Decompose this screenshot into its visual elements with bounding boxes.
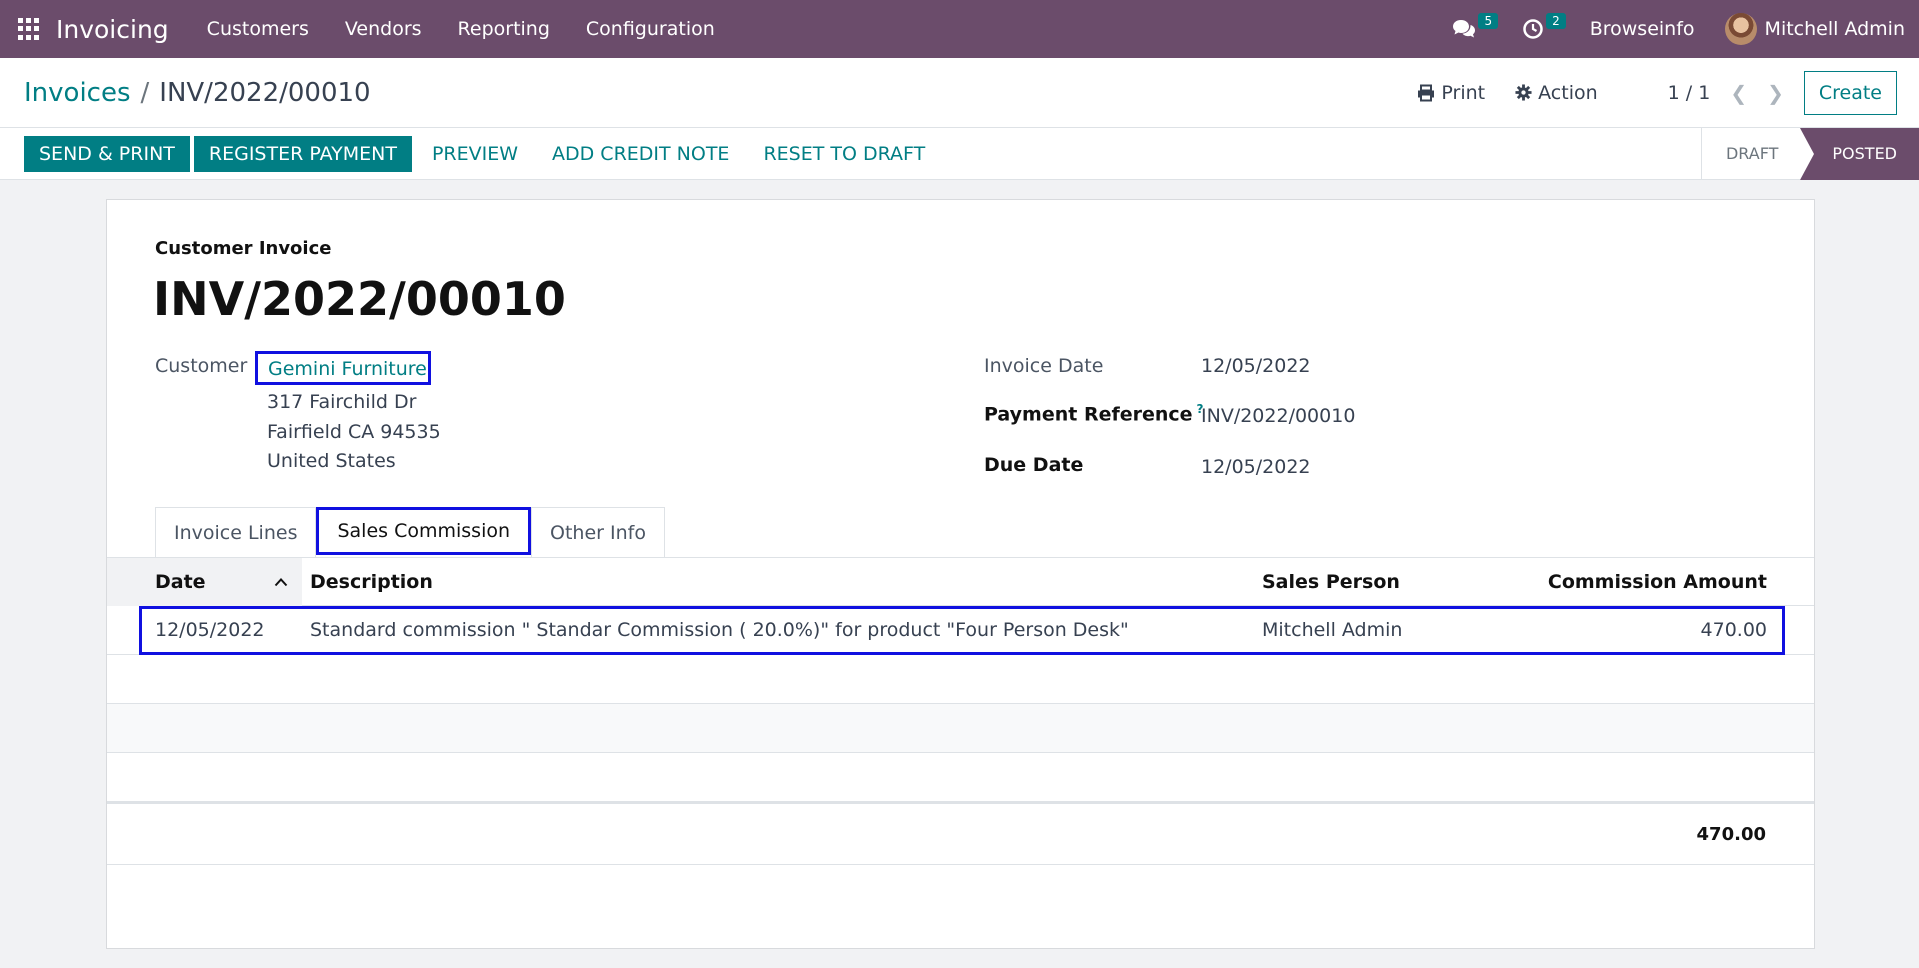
company-switcher[interactable]: Browseinfo [1590, 18, 1695, 40]
gear-icon [1515, 84, 1532, 101]
menu-vendors[interactable]: Vendors [327, 18, 440, 40]
tab-other-info[interactable]: Other Info [531, 507, 665, 557]
action-label: Action [1538, 81, 1598, 104]
print-icon [1418, 84, 1435, 101]
tab-sales-commission[interactable]: Sales Commission [316, 507, 532, 555]
invoice-date-label: Invoice Date [984, 355, 1104, 377]
menu-reporting[interactable]: Reporting [440, 18, 568, 40]
address-line-3: United States [267, 450, 396, 472]
reset-to-draft-button[interactable]: RESET TO DRAFT [746, 143, 942, 165]
control-panel: Invoices / INV/2022/00010 Print Action 1… [0, 58, 1919, 128]
menu-customers[interactable]: Customers [189, 18, 327, 40]
status-step-draft[interactable]: DRAFT [1700, 127, 1800, 180]
payment-reference-label-text: Payment Reference [984, 403, 1193, 426]
commission-total: 470.00 [1696, 823, 1766, 845]
table-footer: 470.00 [107, 802, 1814, 865]
column-header-date-label: Date [155, 570, 206, 593]
row-date: 12/05/2022 [155, 619, 265, 641]
add-credit-note-button[interactable]: ADD CREDIT NOTE [535, 143, 746, 165]
document-number: INV/2022/00010 [153, 272, 566, 326]
send-print-button[interactable]: SEND & PRINT [24, 135, 190, 172]
create-button[interactable]: Create [1803, 70, 1897, 115]
address-line-1: 317 Fairchild Dr [267, 391, 417, 413]
column-header-description[interactable]: Description [302, 571, 1262, 593]
tab-invoice-lines[interactable]: Invoice Lines [155, 507, 317, 557]
pager-next-icon[interactable]: ❯ [1767, 81, 1784, 105]
row-sales-person: Mitchell Admin [1262, 619, 1403, 641]
due-date-label: Due Date [984, 454, 1084, 476]
top-navbar: Invoicing Customers Vendors Reporting Co… [0, 0, 1919, 58]
column-header-date[interactable]: Date [107, 557, 302, 606]
messages-button[interactable]: 5 [1452, 13, 1499, 40]
empty-row [107, 704, 1814, 753]
payment-reference-label: Payment Reference? [984, 402, 1204, 425]
breadcrumb-separator: / [140, 77, 150, 108]
breadcrumb-current: INV/2022/00010 [159, 77, 371, 108]
form-statusbar: SEND & PRINT REGISTER PAYMENT PREVIEW AD… [0, 127, 1919, 180]
apps-menu-icon[interactable] [18, 18, 40, 40]
address-line-2: Fairfield CA 94535 [267, 421, 441, 443]
row-commission-amount: 470.00 [1700, 619, 1767, 641]
empty-row [107, 655, 1814, 704]
notebook-tabs: Invoice Lines Sales Commission Other Inf… [155, 507, 665, 557]
action-button[interactable]: Action [1515, 82, 1598, 104]
status-steps: DRAFT POSTED [1700, 127, 1919, 180]
commission-table: Date Description Sales Person Commission… [107, 557, 1814, 865]
table-row[interactable]: 12/05/2022 Standard commission " Standar… [107, 606, 1814, 655]
user-menu[interactable]: Mitchell Admin [1724, 13, 1905, 45]
form-sheet: Customer Invoice INV/2022/00010 Customer… [106, 199, 1815, 949]
customer-label: Customer [155, 355, 248, 377]
column-header-commission-amount[interactable]: Commission Amount [1512, 571, 1767, 593]
due-date-value[interactable]: 12/05/2022 [1201, 456, 1311, 478]
pager-value[interactable]: 1 / 1 [1668, 82, 1711, 104]
pager-previous-icon[interactable]: ❮ [1730, 81, 1747, 105]
systray: 5 2 Browseinfo Mitchell Admin [1452, 0, 1919, 58]
control-panel-actions: Print Action 1 / 1 ❮ ❯ Create [1417, 58, 1919, 128]
activities-count-badge: 2 [1546, 13, 1566, 29]
chat-icon [1453, 20, 1476, 38]
table-header: Date Description Sales Person Commission… [107, 557, 1814, 606]
sort-ascending-icon[interactable] [274, 577, 288, 587]
breadcrumb-invoices-link[interactable]: Invoices [24, 78, 131, 108]
empty-row [107, 753, 1814, 802]
menu-configuration[interactable]: Configuration [568, 18, 733, 40]
status-step-posted[interactable]: POSTED [1800, 127, 1919, 180]
avatar [1724, 13, 1757, 45]
register-payment-button[interactable]: REGISTER PAYMENT [193, 135, 412, 172]
preview-button[interactable]: PREVIEW [415, 143, 535, 165]
clock-icon [1523, 19, 1543, 39]
app-name[interactable]: Invoicing [56, 15, 169, 44]
payment-reference-value[interactable]: INV/2022/00010 [1201, 405, 1355, 427]
invoice-date-value[interactable]: 12/05/2022 [1201, 355, 1311, 377]
print-label: Print [1441, 81, 1486, 104]
customer-link[interactable]: Gemini Furniture [255, 351, 431, 385]
column-header-sales-person[interactable]: Sales Person [1262, 571, 1512, 593]
messages-count-badge: 5 [1478, 13, 1499, 29]
row-description: Standard commission " Standar Commission… [310, 619, 1129, 641]
print-button[interactable]: Print [1417, 82, 1485, 104]
user-name: Mitchell Admin [1764, 18, 1905, 40]
activities-button[interactable]: 2 [1522, 13, 1566, 40]
document-type: Customer Invoice [155, 238, 332, 259]
breadcrumb: Invoices / INV/2022/00010 [24, 78, 371, 108]
